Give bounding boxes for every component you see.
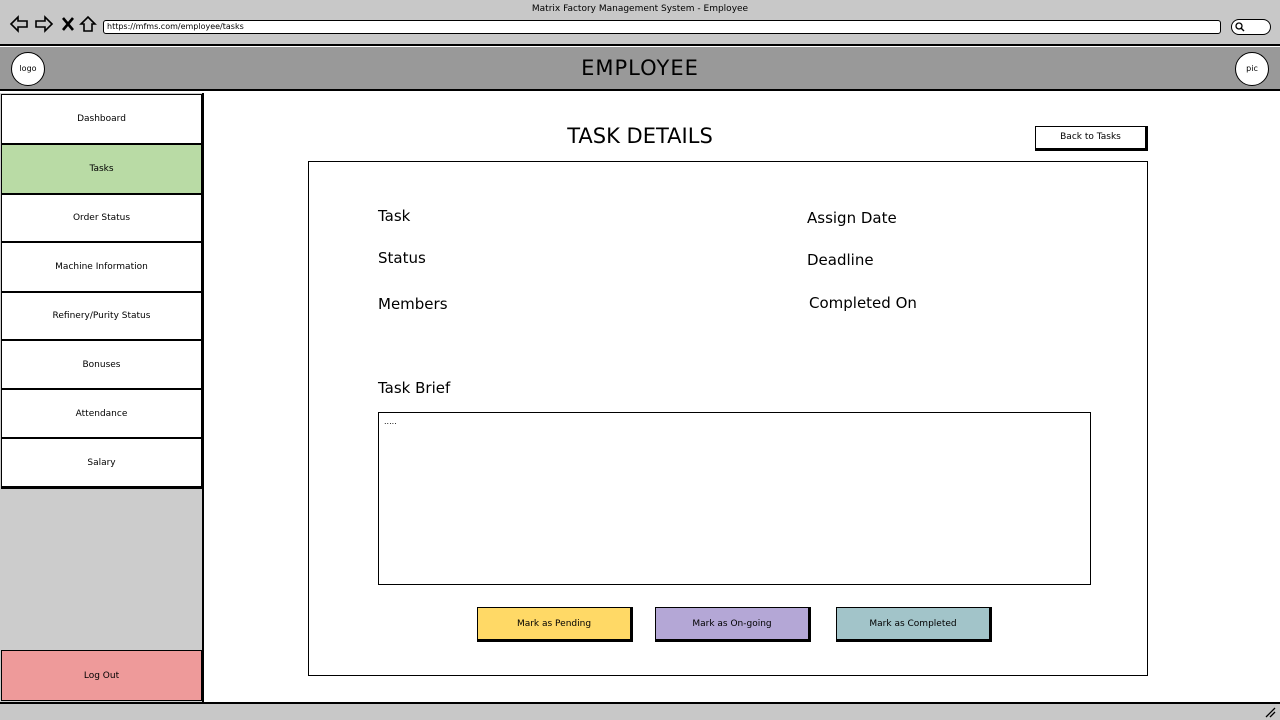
browser-search-button[interactable] [1231, 19, 1271, 35]
back-to-tasks-button[interactable]: Back to Tasks [1035, 126, 1148, 151]
task-brief-textarea[interactable]: ..... [378, 412, 1091, 585]
members-label: Members [378, 295, 448, 313]
status-label: Status [378, 249, 426, 267]
sidebar-item-refinery-purity-status[interactable]: Refinery/Purity Status [1, 292, 203, 340]
page-title: TASK DETAILS [567, 124, 713, 148]
avatar[interactable]: pic [1235, 52, 1269, 86]
sidebar-item-tasks[interactable]: Tasks [1, 144, 203, 194]
mark-completed-button[interactable]: Mark as Completed [836, 607, 992, 642]
close-x-icon[interactable] [58, 14, 78, 34]
forward-arrow-icon[interactable] [34, 14, 54, 34]
completed-on-label: Completed On [809, 294, 917, 312]
back-arrow-icon[interactable] [9, 14, 29, 34]
window-title: Matrix Factory Management System - Emplo… [531, 4, 749, 14]
search-icon [1235, 22, 1245, 32]
assign-date-label: Assign Date [807, 209, 897, 227]
sidebar: Dashboard Tasks Order Status Machine Inf… [0, 93, 204, 702]
sidebar-item-bonuses[interactable]: Bonuses [1, 340, 203, 389]
task-label: Task [378, 207, 411, 225]
sidebar-item-machine-information[interactable]: Machine Information [1, 242, 203, 292]
sidebar-item-dashboard[interactable]: Dashboard [1, 94, 203, 144]
url-bar[interactable]: https://mfms.com/employee/tasks [103, 20, 1221, 34]
sidebar-item-attendance[interactable]: Attendance [1, 389, 203, 438]
app-header: logo EMPLOYEE pic [0, 47, 1280, 91]
logout-button[interactable]: Log Out [1, 650, 203, 701]
home-icon[interactable] [78, 14, 98, 34]
status-bar [0, 702, 1280, 720]
browser-chrome: Matrix Factory Management System - Emplo… [0, 0, 1280, 46]
deadline-label: Deadline [807, 251, 874, 269]
mark-pending-button[interactable]: Mark as Pending [477, 607, 633, 642]
task-brief-label: Task Brief [378, 379, 451, 397]
mark-ongoing-button[interactable]: Mark as On-going [655, 607, 811, 642]
app-title: EMPLOYEE [581, 56, 699, 80]
sidebar-item-order-status[interactable]: Order Status [1, 194, 203, 242]
sidebar-item-salary[interactable]: Salary [1, 438, 203, 489]
resize-grip-icon[interactable] [1264, 706, 1276, 718]
